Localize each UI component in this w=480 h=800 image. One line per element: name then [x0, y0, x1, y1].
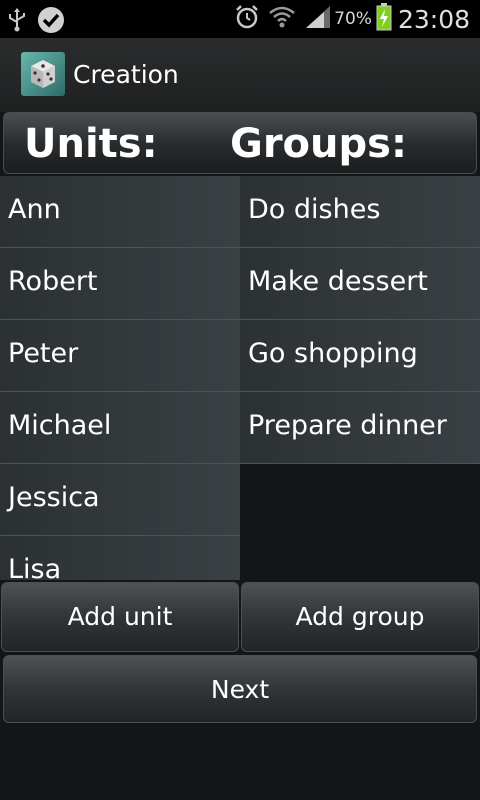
column-header: Units: Groups: — [3, 112, 477, 174]
add-unit-label: Add unit — [67, 602, 173, 631]
unit-name: Robert — [8, 266, 98, 297]
battery-percent: 70% — [334, 9, 372, 29]
group-name: Prepare dinner — [248, 410, 447, 441]
app-title: Creation — [73, 60, 179, 89]
list-item[interactable]: Jessica — [0, 464, 240, 536]
list-item[interactable]: Go shopping — [240, 320, 480, 392]
action-bar: Creation — [0, 38, 480, 112]
battery-charging-icon — [376, 3, 392, 35]
add-group-button[interactable]: Add group — [241, 582, 479, 652]
usb-icon — [6, 7, 28, 37]
alarm-icon — [234, 4, 260, 34]
status-left — [6, 5, 66, 39]
signal-icon — [304, 4, 332, 34]
group-name: Go shopping — [248, 338, 418, 369]
list-item[interactable]: Ann — [0, 176, 240, 248]
list-item[interactable]: Prepare dinner — [240, 392, 480, 464]
list-item[interactable]: Make dessert — [240, 248, 480, 320]
clock: 23:08 — [397, 4, 470, 34]
wifi-icon — [268, 4, 296, 34]
list-item[interactable]: Do dishes — [240, 176, 480, 248]
units-header: Units: — [24, 121, 158, 167]
unit-name: Lisa — [8, 554, 62, 580]
unit-name: Michael — [8, 410, 112, 441]
unit-name: Peter — [8, 338, 79, 369]
check-badge-icon — [36, 5, 66, 39]
units-list[interactable]: Ann Robert Peter Michael Jessica Lisa — [0, 176, 240, 580]
list-item[interactable]: Peter — [0, 320, 240, 392]
status-bar: 70% 23:08 — [0, 0, 480, 38]
group-name: Make dessert — [248, 266, 428, 297]
group-name: Do dishes — [248, 194, 381, 225]
add-unit-button[interactable]: Add unit — [1, 582, 239, 652]
list-item[interactable]: Michael — [0, 392, 240, 464]
groups-list[interactable]: Do dishes Make dessert Go shopping Prepa… — [240, 176, 480, 580]
list-item[interactable]: Robert — [0, 248, 240, 320]
unit-name: Ann — [8, 194, 61, 225]
unit-name: Jessica — [8, 482, 100, 513]
status-right: 70% 23:08 — [234, 0, 470, 38]
list-item[interactable]: Lisa — [0, 536, 240, 580]
add-group-label: Add group — [295, 602, 425, 631]
next-label: Next — [210, 675, 270, 704]
groups-header: Groups: — [230, 121, 407, 167]
dice-app-icon[interactable] — [21, 52, 65, 96]
next-button[interactable]: Next — [3, 655, 477, 723]
